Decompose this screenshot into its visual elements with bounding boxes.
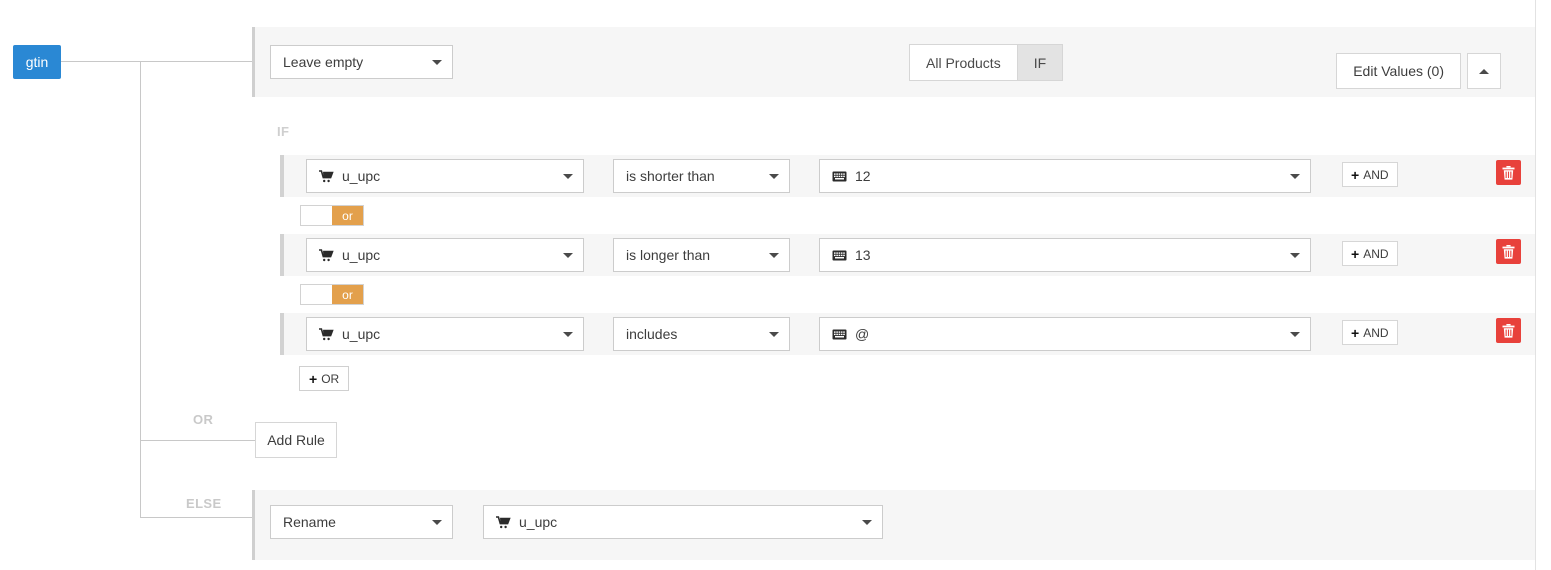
plus-icon: + — [1351, 246, 1359, 262]
add-or-label: OR — [321, 372, 339, 386]
condition-operator-select[interactable]: includes — [613, 317, 790, 351]
else-attribute-value: u_upc — [519, 514, 557, 530]
chevron-down-icon — [1290, 174, 1300, 179]
segment-if[interactable]: IF — [1018, 44, 1063, 81]
add-rule-button[interactable]: Add Rule — [255, 422, 337, 458]
tree-connector-spine — [140, 61, 141, 517]
add-and-label: AND — [1363, 326, 1388, 340]
chevron-down-icon — [563, 332, 573, 337]
tree-connector-or — [140, 440, 255, 441]
else-action-value: Rename — [283, 514, 336, 530]
add-and-button[interactable]: + AND — [1342, 162, 1398, 187]
segment-all-products[interactable]: All Products — [909, 44, 1018, 81]
chevron-down-icon — [1290, 253, 1300, 258]
chevron-down-icon — [563, 253, 573, 258]
rule-builder-page: gtin OR ELSE Leave empty All Products IF… — [0, 0, 1551, 570]
condition-row: u_upc is shorter than 12 + AND — [280, 155, 1535, 197]
collapse-button[interactable] — [1467, 53, 1501, 89]
plus-icon: + — [1351, 325, 1359, 341]
condition-value-text: 13 — [855, 247, 871, 263]
condition-attribute-select[interactable]: u_upc — [306, 159, 584, 193]
condition-operator-value: includes — [626, 326, 677, 342]
header-panel: Leave empty All Products IF Edit Values … — [255, 27, 1535, 97]
delete-condition-button[interactable] — [1496, 160, 1521, 185]
chevron-down-icon — [769, 174, 779, 179]
or-toggle-on: or — [332, 285, 363, 304]
condition-attribute-select[interactable]: u_upc — [306, 317, 584, 351]
chevron-down-icon — [769, 253, 779, 258]
scope-segmented-control: All Products IF — [909, 44, 1063, 81]
condition-value-select[interactable]: @ — [819, 317, 1311, 351]
or-toggle-on: or — [332, 206, 363, 225]
chevron-down-icon — [563, 174, 573, 179]
delete-condition-button[interactable] — [1496, 318, 1521, 343]
add-and-button[interactable]: + AND — [1342, 320, 1398, 345]
delete-condition-button[interactable] — [1496, 239, 1521, 264]
cart-icon — [319, 328, 334, 341]
condition-value-text: @ — [855, 326, 869, 342]
condition-attribute-value: u_upc — [342, 247, 380, 263]
chevron-down-icon — [432, 60, 442, 65]
branch-label-else: ELSE — [186, 496, 222, 511]
else-attribute-select[interactable]: u_upc — [483, 505, 883, 539]
keyboard-icon — [832, 250, 847, 261]
else-panel: Rename u_upc — [255, 490, 1535, 560]
condition-attribute-select[interactable]: u_upc — [306, 238, 584, 272]
or-toggle-off — [301, 206, 332, 225]
tree-connector-top — [61, 61, 255, 62]
condition-row: u_upc is longer than 13 + AND — [280, 234, 1535, 276]
caret-up-icon — [1479, 69, 1489, 74]
add-and-label: AND — [1363, 168, 1388, 182]
condition-operator-value: is shorter than — [626, 168, 715, 184]
else-action-select[interactable]: Rename — [270, 505, 453, 539]
chevron-down-icon — [769, 332, 779, 337]
plus-icon: + — [309, 371, 317, 387]
cart-icon — [319, 249, 334, 262]
cart-icon — [496, 516, 511, 529]
chevron-down-icon — [862, 520, 872, 525]
branch-label-or: OR — [193, 412, 213, 427]
condition-value-select[interactable]: 12 — [819, 159, 1311, 193]
cart-icon — [319, 170, 334, 183]
chevron-down-icon — [432, 520, 442, 525]
root-attribute-badge[interactable]: gtin — [13, 45, 61, 79]
or-toggle-off — [301, 285, 332, 304]
trash-icon — [1502, 166, 1515, 180]
add-and-label: AND — [1363, 247, 1388, 261]
condition-operator-value: is longer than — [626, 247, 710, 263]
add-or-button[interactable]: + OR — [299, 366, 349, 391]
condition-operator-select[interactable]: is longer than — [613, 238, 790, 272]
condition-row: u_upc includes @ + AND — [280, 313, 1535, 355]
condition-value-text: 12 — [855, 168, 871, 184]
condition-value-select[interactable]: 13 — [819, 238, 1311, 272]
keyboard-icon — [832, 329, 847, 340]
or-toggle[interactable]: or — [300, 284, 364, 305]
tree-connector-else — [140, 517, 255, 518]
edit-values-button[interactable]: Edit Values (0) — [1336, 53, 1461, 89]
keyboard-icon — [832, 171, 847, 182]
action-select[interactable]: Leave empty — [270, 45, 453, 79]
add-and-button[interactable]: + AND — [1342, 241, 1398, 266]
condition-attribute-value: u_upc — [342, 168, 380, 184]
condition-attribute-value: u_upc — [342, 326, 380, 342]
trash-icon — [1502, 245, 1515, 259]
page-right-border — [1535, 0, 1536, 570]
plus-icon: + — [1351, 167, 1359, 183]
chevron-down-icon — [1290, 332, 1300, 337]
if-section-label: IF — [277, 124, 289, 139]
or-toggle[interactable]: or — [300, 205, 364, 226]
edit-values-group: Edit Values (0) — [1336, 53, 1501, 89]
trash-icon — [1502, 324, 1515, 338]
action-select-value: Leave empty — [283, 54, 363, 70]
condition-operator-select[interactable]: is shorter than — [613, 159, 790, 193]
